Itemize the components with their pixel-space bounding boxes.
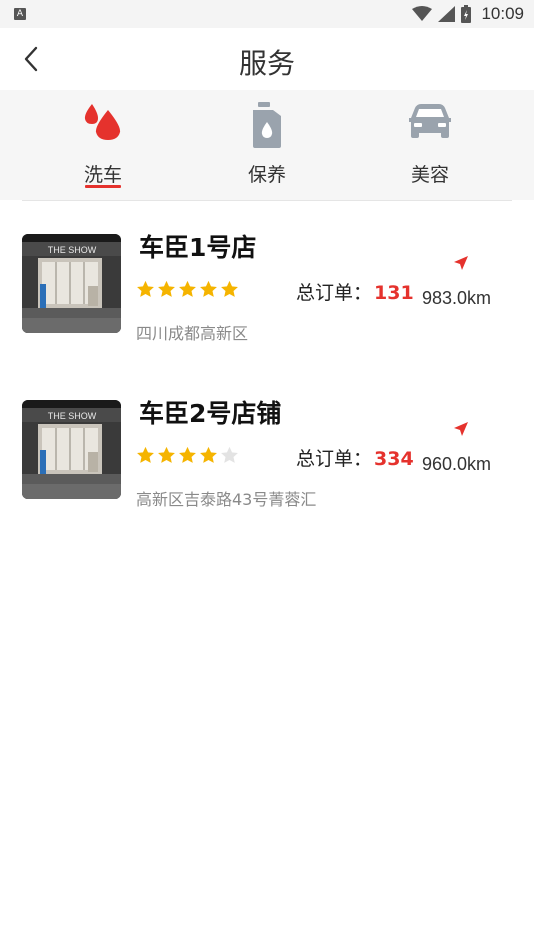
service-tabs: 洗车 保养 美容 (0, 90, 534, 200)
store-sign: THE SHOW (48, 411, 97, 421)
star-empty-icon (221, 446, 238, 463)
store-photo: THE SHOW (22, 234, 121, 333)
status-icons: 10:09 (412, 3, 524, 25)
store-distance: 983.0km (422, 288, 492, 308)
signal-icon (438, 6, 456, 22)
store-distance: 960.0km (422, 454, 492, 474)
rating-stars (136, 280, 239, 298)
rating-stars (136, 446, 239, 464)
store-sign: THE SHOW (48, 245, 97, 255)
battery-icon (461, 5, 472, 23)
active-tab-indicator (85, 185, 121, 188)
status-bar: A 10:09 (0, 0, 534, 28)
star-filled-icon (200, 280, 217, 297)
order-count-value: 131 (374, 282, 414, 304)
store-photo: THE SHOW (22, 400, 121, 499)
star-filled-icon (221, 280, 238, 297)
oil-can-icon (207, 102, 327, 148)
star-filled-icon (179, 446, 196, 463)
page-title: 服务 (238, 47, 295, 80)
order-count: 总订单： 334 (296, 444, 414, 471)
car-icon (370, 102, 490, 148)
store-address: 四川成都高新区 (136, 324, 249, 343)
divider (22, 200, 512, 201)
tab-label: 洗车 (83, 164, 122, 186)
tab-beauty[interactable]: 美容 (370, 90, 490, 200)
order-count-label: 总订单： (296, 282, 373, 304)
store-name: 车臣1号店 (139, 233, 257, 262)
store-list-item[interactable]: THE SHOW 车臣2号店铺 总订单： 334 960.0km 高新区吉泰路43… (0, 399, 534, 540)
star-filled-icon (137, 280, 154, 297)
tab-label: 保养 (247, 164, 286, 186)
star-filled-icon (200, 446, 217, 463)
header: 服务 (0, 28, 534, 90)
navigation-arrow-icon (454, 422, 468, 436)
star-filled-icon (158, 280, 175, 297)
status-time: 10:09 (481, 4, 524, 23)
navigation-arrow-icon (454, 256, 468, 270)
star-filled-icon (158, 446, 175, 463)
order-count-value: 334 (374, 448, 414, 470)
store-address: 高新区吉泰路43号菁蓉汇 (136, 490, 317, 509)
water-drop-icon (43, 102, 163, 148)
store-list-item[interactable]: THE SHOW 车臣1号店 总订单： 131 983.0km 四川成都高新区 (0, 233, 534, 374)
notification-icon: A (14, 8, 26, 20)
wifi-icon (412, 6, 433, 21)
tab-maintenance[interactable]: 保养 (207, 90, 327, 200)
order-count-label: 总订单： (296, 448, 373, 470)
tab-car-wash[interactable]: 洗车 (43, 90, 163, 200)
store-name: 车臣2号店铺 (139, 399, 282, 428)
tab-label: 美容 (410, 164, 449, 186)
order-count: 总订单： 131 (296, 278, 414, 305)
star-filled-icon (179, 280, 196, 297)
star-filled-icon (137, 446, 154, 463)
